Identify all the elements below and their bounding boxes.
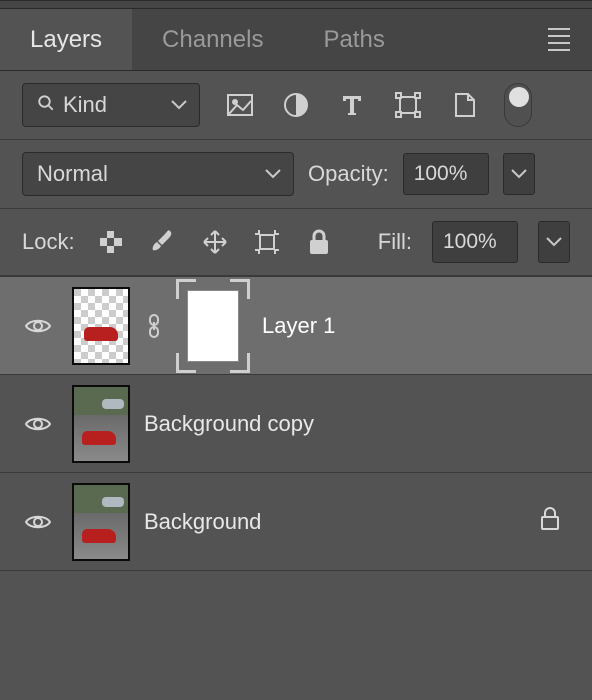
- layer-row[interactable]: Layer 1: [0, 276, 592, 374]
- lock-icon: [540, 507, 560, 537]
- filter-smartobject-icon[interactable]: [448, 89, 480, 121]
- visibility-toggle[interactable]: [18, 513, 58, 531]
- lock-row: Lock: Fill: 100%: [0, 209, 592, 276]
- layer-name[interactable]: Background: [144, 509, 261, 535]
- fill-label: Fill:: [378, 229, 412, 255]
- link-icon: [144, 314, 164, 338]
- tab-layers[interactable]: Layers: [0, 9, 132, 70]
- filter-shape-icon[interactable]: [392, 89, 424, 121]
- filter-toggle[interactable]: [504, 83, 532, 127]
- opacity-label: Opacity:: [308, 161, 389, 187]
- visibility-toggle[interactable]: [18, 317, 58, 335]
- search-icon: [37, 92, 55, 118]
- lock-all-icon[interactable]: [303, 226, 335, 258]
- panel-menu-button[interactable]: [542, 28, 592, 51]
- blend-mode-select[interactable]: Normal: [22, 152, 294, 196]
- layer-list: Layer 1 Background copy Background: [0, 276, 592, 570]
- lock-transparency-icon[interactable]: [95, 226, 127, 258]
- filter-adjustment-icon[interactable]: [280, 89, 312, 121]
- filter-type-icon[interactable]: [336, 89, 368, 121]
- layer-row[interactable]: Background copy: [0, 374, 592, 472]
- layer-thumbnail[interactable]: [72, 287, 130, 365]
- lock-artboard-icon[interactable]: [251, 226, 283, 258]
- fill-input[interactable]: 100%: [432, 221, 518, 263]
- filter-pixel-icon[interactable]: [224, 89, 256, 121]
- lock-brush-icon[interactable]: [147, 226, 179, 258]
- layer-name[interactable]: Layer 1: [262, 313, 335, 339]
- blend-row: Normal Opacity: 100%: [0, 140, 592, 209]
- chevron-down-icon: [171, 100, 187, 110]
- filter-kind-select[interactable]: Kind: [22, 83, 200, 127]
- opacity-dropdown-button[interactable]: [503, 153, 535, 195]
- fill-dropdown-button[interactable]: [538, 221, 570, 263]
- opacity-input[interactable]: 100%: [403, 153, 489, 195]
- lock-position-icon[interactable]: [199, 226, 231, 258]
- layer-mask-thumbnail[interactable]: [178, 281, 248, 371]
- layer-name[interactable]: Background copy: [144, 411, 314, 437]
- layer-thumbnail[interactable]: [72, 483, 130, 561]
- filter-kind-label: Kind: [63, 92, 107, 118]
- tab-paths[interactable]: Paths: [293, 9, 414, 70]
- visibility-toggle[interactable]: [18, 415, 58, 433]
- lock-label: Lock:: [22, 229, 75, 255]
- filter-row: Kind: [0, 71, 592, 140]
- panel-tabs: Layers Channels Paths: [0, 9, 592, 71]
- chevron-down-icon: [265, 169, 281, 179]
- layer-thumbnail[interactable]: [72, 385, 130, 463]
- layer-row[interactable]: Background: [0, 472, 592, 570]
- blend-mode-value: Normal: [37, 161, 108, 187]
- tab-channels[interactable]: Channels: [132, 9, 293, 70]
